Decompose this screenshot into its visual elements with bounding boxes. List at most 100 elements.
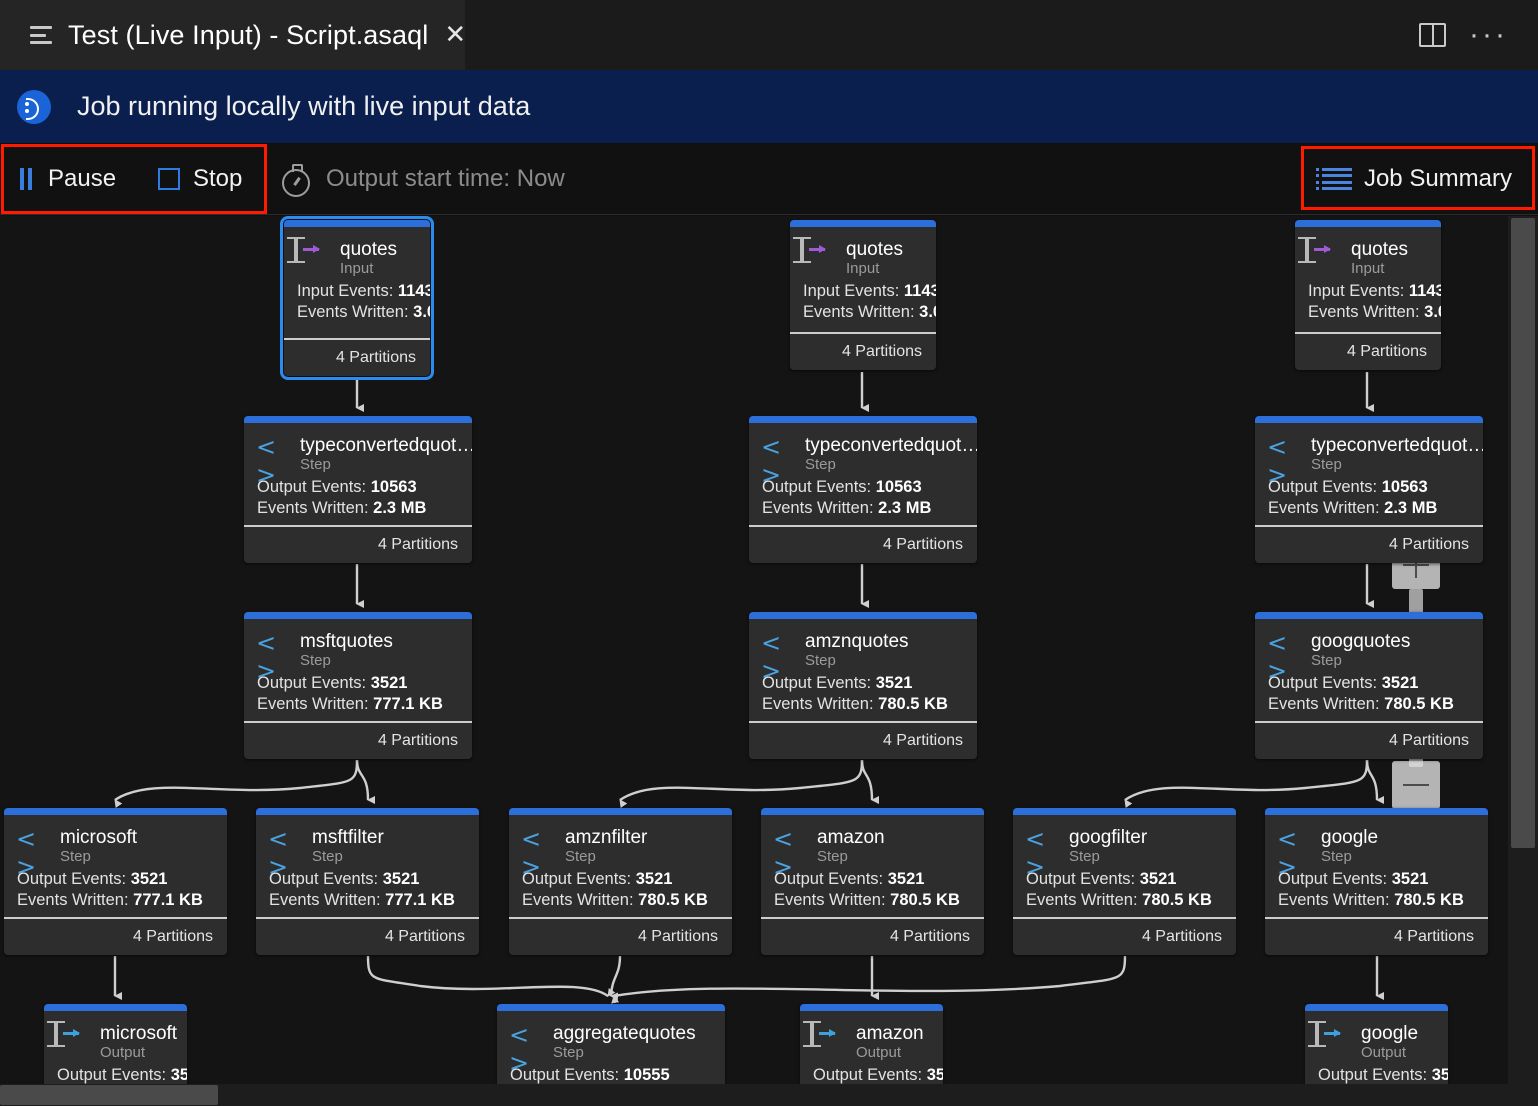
metric-row: Output Events: 3505 [57, 1065, 187, 1084]
output-arrow-icon [803, 1021, 846, 1051]
node-microsoft-output[interactable]: microsoftOutput Output Events: 3505 [44, 1004, 187, 1084]
node-quotes-1[interactable]: quotesInput Input Events: 11430Events Wri… [280, 216, 434, 380]
node-header: quotes Input [284, 227, 430, 278]
hamburger-icon[interactable] [30, 26, 52, 44]
node-title: google [1361, 1023, 1419, 1044]
node-google-output[interactable]: googleOutput Output Events: 3505 [1305, 1004, 1448, 1084]
node-metrics: Output Events: 10563 Events Written: 2.3 … [749, 474, 977, 519]
node-googfilter[interactable]: < > googfilter Step Output Events: 3521 Even… [1013, 808, 1236, 955]
metric-label: Events Written: [1268, 695, 1380, 713]
node-metrics: Output Events: 10563 Events Written: 2.3 … [1255, 474, 1483, 519]
metric-value: 3521 [1391, 870, 1429, 888]
node-amznquotes[interactable]: < > amznquotes Step Output Events: 3521 Even… [749, 612, 977, 759]
horizontal-scrollbar-thumb[interactable] [0, 1085, 218, 1105]
metric-row: Events Written: 777.1 KB [269, 890, 479, 911]
output-arrow-icon [1308, 1021, 1351, 1051]
stop-button[interactable]: Stop [158, 143, 242, 215]
node-partitions: 4 Partitions [1255, 721, 1483, 759]
node-header: < > amazon Step [761, 815, 984, 881]
node-header: amazon Output [800, 1011, 943, 1062]
title-bar: Test (Live Input) - Script.asaql ✕ ··· [0, 0, 1538, 70]
metric-value: 780.5 KB [1142, 891, 1212, 909]
node-aggregatequotes[interactable]: < > aggregatequotes Step Output Events: 105… [497, 1004, 725, 1084]
stop-icon [158, 168, 180, 190]
node-typeconvertedquotes-3[interactable]: < > typeconvertedquot… Step Output Events: … [1255, 416, 1483, 563]
node-title: quotes [340, 239, 398, 260]
node-partitions: 4 Partitions [1265, 917, 1488, 955]
node-subtitle: Output [1361, 1044, 1407, 1061]
node-metrics: Output Events: 3505 [44, 1062, 187, 1084]
metric-row: Output Events: 3521 [1268, 673, 1483, 694]
metric-value: 3.0 MB [919, 303, 936, 321]
node-googquotes[interactable]: < > googquotes Step Output Events: 3521 Even… [1255, 612, 1483, 759]
node-subtitle: Step [805, 456, 836, 473]
node-typeconvertedquotes-1[interactable]: < > typeconvertedquot… Step Output Events: … [244, 416, 472, 563]
metric-value: 777.1 KB [373, 695, 443, 713]
node-metrics: Output Events: 3505 [1305, 1062, 1448, 1084]
metric-label: Events Written: [17, 891, 129, 909]
node-partitions: 4 Partitions [244, 525, 472, 563]
metric-row: Output Events: 10555 [510, 1065, 725, 1084]
node-title: microsoft [60, 827, 138, 848]
node-amznfilter[interactable]: < > amznfilter Step Output Events: 3521 Even… [509, 808, 732, 955]
node-quotes-2[interactable]: quotesInputInput Events: 11430Events Wri… [790, 220, 936, 370]
metric-value: 3521 [1381, 674, 1419, 692]
node-subtitle: Step [60, 848, 91, 865]
node-quotes-3[interactable]: quotesInputInput Events: 11430Events Wri… [1295, 220, 1441, 370]
node-subtitle: Input [340, 260, 374, 277]
zoom-out-button[interactable] [1392, 761, 1440, 809]
code-step-icon: < > [521, 825, 544, 881]
node-title: typeconvertedquot… [300, 435, 472, 456]
metric-row: Output Events: 3521 [269, 869, 479, 890]
node-amazon-output[interactable]: amazonOutput Output Events: 3505 [800, 1004, 943, 1084]
metric-value: 3521 [887, 870, 925, 888]
metric-row: Events Written: 2.3 MB [1268, 498, 1483, 519]
node-amazon-step[interactable]: < > amazon Step Output Events: 3521 Events W… [761, 808, 984, 955]
metric-row: Input Events: 11430 [297, 281, 430, 302]
node-title: google [1321, 827, 1379, 848]
metric-row: Output Events: 3521 [774, 869, 984, 890]
node-msftfilter[interactable]: < > msftfilter Step Output Events: 3521 Even… [256, 808, 479, 955]
input-arrow-icon [1298, 237, 1341, 267]
node-title: googquotes [1311, 631, 1411, 652]
node-msftquotes[interactable]: < > msftquotes Step Output Events: 3521 Even… [244, 612, 472, 759]
split-editor-button[interactable] [1419, 0, 1446, 70]
metric-value: 780.5 KB [878, 695, 948, 713]
metric-label: Events Written: [803, 303, 915, 321]
metric-value: 2.3 MB [1384, 499, 1438, 517]
node-subtitle: Step [300, 652, 331, 669]
output-start-time-button[interactable]: Output start time: Now [280, 143, 565, 215]
pause-button[interactable]: Pause [18, 143, 116, 215]
metric-row: Events Written: 3.0 MB [297, 302, 430, 323]
node-google-step[interactable]: < > google Step Output Events: 3521 Events W… [1265, 808, 1488, 955]
metric-value: 780.5 KB [1394, 891, 1464, 909]
job-summary-button[interactable]: Job Summary [1315, 143, 1512, 215]
node-title: amazon [817, 827, 885, 848]
input-arrow-icon [793, 237, 836, 267]
node-metrics: Output Events: 10563 Events Written: 2.3 … [244, 474, 472, 519]
node-microsoft-step[interactable]: < > microsoft Step Output Events: 3521 Event… [4, 808, 227, 955]
node-header: < > aggregatequotes Step [497, 1011, 725, 1077]
node-title: amazon [856, 1023, 924, 1044]
node-typeconvertedquotes-2[interactable]: < > typeconvertedquot… Step Output Events: … [749, 416, 977, 563]
metric-row: Events Written: 3.0 MB [1308, 302, 1441, 323]
metric-row: Output Events: 3521 [1026, 869, 1236, 890]
more-actions-button[interactable]: ··· [1469, 0, 1508, 70]
metric-row: Events Written: 777.1 KB [257, 694, 472, 715]
horizontal-scrollbar[interactable] [0, 1084, 1538, 1106]
metric-value: 10563 [1381, 478, 1428, 496]
code-step-icon: < > [509, 1021, 532, 1077]
metric-label: Events Written: [297, 303, 409, 321]
node-title: amznquotes [805, 631, 909, 652]
node-subtitle: Step [1069, 848, 1100, 865]
vertical-scrollbar-thumb[interactable] [1511, 218, 1535, 848]
node-metrics: Output Events: 3521 Events Written: 780.5… [1255, 670, 1483, 715]
metric-row: Events Written: 2.3 MB [762, 498, 977, 519]
close-icon[interactable]: ✕ [444, 22, 466, 48]
vertical-scrollbar[interactable] [1508, 216, 1538, 1084]
metric-row: Output Events: 3521 [257, 673, 472, 694]
node-header: < > amznfilter Step [509, 815, 732, 881]
editor-tab[interactable]: Test (Live Input) - Script.asaql ✕ [0, 0, 466, 70]
job-diagram-canvas[interactable]: quotesInputInput Events: 11430Events Wri… [0, 216, 1538, 1084]
code-step-icon: < > [256, 629, 279, 685]
